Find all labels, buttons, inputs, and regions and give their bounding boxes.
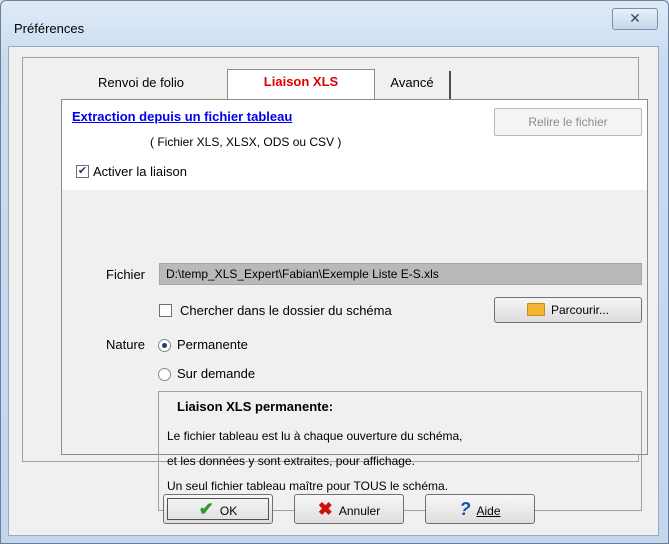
nature-sur-demande-radio[interactable] [158,368,171,381]
search-schema-folder-checkbox[interactable] [159,304,172,317]
help-button[interactable]: ? Aide [425,494,535,524]
liaison-xls-panel: Extraction depuis un fichier tableau ( F… [61,99,648,511]
nature-sur-demande-label: Sur demande [177,366,256,381]
browse-button-label: Parcourir... [550,303,610,317]
window-title: Préférences [14,21,85,36]
cancel-label: Annuler [338,504,381,518]
info-line: Un seul fichier tableau maître pour TOUS… [167,479,449,493]
question-icon: ? [459,499,471,519]
x-icon: ✖ [317,499,333,519]
checkmark-icon: ✔ [77,165,88,177]
tab-renvoi-de-folio[interactable]: Renvoi de folio [61,71,221,99]
nature-permanente-radio[interactable] [158,339,171,352]
info-line: Le fichier tableau est lu à chaque ouver… [167,429,463,443]
nature-permanente-label: Permanente [177,337,248,352]
search-schema-folder-label: Chercher dans le dossier du schéma [180,303,392,318]
info-line: et les données y sont extraites, pour af… [167,454,415,468]
section-title: Extraction depuis un fichier tableau [72,109,293,124]
folder-icon [526,303,545,317]
formats-note: ( Fichier XLS, XLSX, ODS ou CSV ) [150,135,342,149]
tab-liaison-xls[interactable]: Liaison XLS [227,69,375,99]
info-box: Liaison XLS permanente: Le fichier table… [158,391,642,511]
enable-link-label: Activer la liaison [93,164,187,179]
info-title: Liaison XLS permanente: [177,399,334,414]
file-label: Fichier [106,267,146,282]
enable-link-checkbox[interactable]: ✔ [76,165,89,178]
nature-label: Nature [106,337,146,352]
ok-button[interactable]: ✔ OK [163,494,273,524]
file-path-field[interactable]: D:\temp_XLS_Expert\Fabian\Exemple Liste … [159,263,642,285]
preferences-dialog: Préférences ✕ Renvoi de folio Liaison XL… [0,0,669,544]
cancel-button[interactable]: ✖ Annuler [294,494,404,524]
reload-file-button[interactable]: Relire le fichier [494,108,642,136]
close-icon: ✕ [629,10,641,26]
tab-avance[interactable]: Avancé [375,71,451,99]
ok-focus-border [167,498,269,520]
help-label: Aide [476,504,501,518]
dialog-client-area: Renvoi de folio Liaison XLS Avancé Extra… [8,46,659,536]
radio-selected-dot [162,343,167,348]
browse-button[interactable]: Parcourir... [494,297,642,323]
close-button[interactable]: ✕ [612,8,658,30]
